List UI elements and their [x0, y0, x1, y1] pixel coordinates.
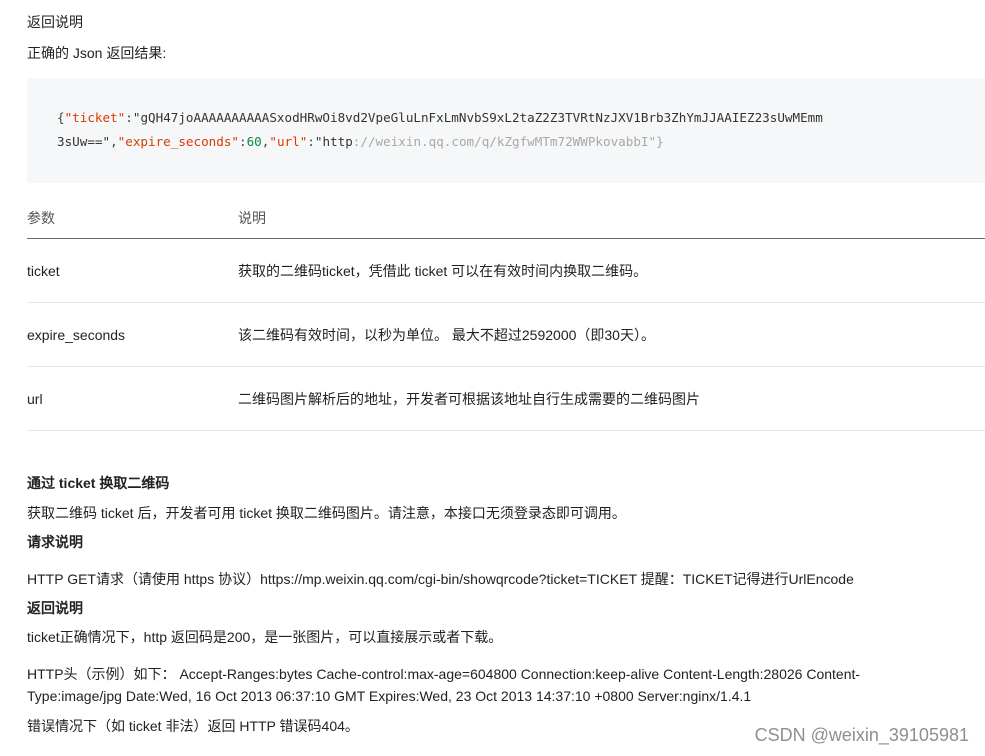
table-header-row: 参数 说明 — [27, 198, 985, 239]
code-line-2: 3sUw==","expire_seconds":60,"url":"http:… — [57, 130, 823, 154]
param-name: ticket — [27, 238, 238, 303]
http-header-line-2: Type:image/jpg Date:Wed, 16 Oct 2013 06:… — [27, 688, 752, 704]
return-text: ticket正确情况下，http 返回码是200，是一张图片，可以直接展示或者下… — [27, 629, 503, 645]
json-value-url-rest: ://weixin.qq.com/q/kZgfwMTm72WWPkovabbI" — [352, 134, 657, 149]
return-heading-2: 返回说明 — [27, 600, 83, 616]
json-key-url: "url" — [269, 134, 308, 149]
param-name: expire_seconds — [27, 302, 238, 367]
code-block: {"ticket":"gQH47joAAAAAAAAAASxodHRwOi8vd… — [27, 78, 985, 183]
request-text: HTTP GET请求（请使用 https 协议）https://mp.weixi… — [27, 571, 854, 587]
json-intro: 正确的 Json 返回结果: — [27, 45, 167, 61]
comma: , — [110, 134, 118, 149]
json-key-expire: "expire_seconds" — [117, 134, 239, 149]
colon: : — [239, 134, 247, 149]
http-header-line-1: HTTP头（示例）如下： Accept-Ranges:bytes Cache-c… — [27, 666, 861, 682]
code-line-1: {"ticket":"gQH47joAAAAAAAAAASxodHRwOi8vd… — [57, 106, 823, 130]
params-table: 参数 说明 ticket 获取的二维码ticket，凭借此 ticket 可以在… — [27, 198, 985, 431]
json-key-ticket: "ticket" — [64, 110, 126, 125]
param-name: url — [27, 366, 238, 431]
json-value-expire: 60 — [246, 134, 262, 149]
section-desc: 获取二维码 ticket 后，开发者可用 ticket 换取二维码图片。请注意，… — [27, 505, 626, 521]
colon: : — [307, 134, 315, 149]
table-row: expire_seconds 该二维码有效时间，以秒为单位。 最大不超过2592… — [27, 302, 985, 367]
table-row: url 二维码图片解析后的地址，开发者可根据该地址自行生成需要的二维码图片 — [27, 366, 985, 431]
param-desc: 该二维码有效时间，以秒为单位。 最大不超过2592000（即30天）。 — [238, 302, 985, 367]
brace-open: { — [57, 110, 65, 125]
param-desc: 二维码图片解析后的地址，开发者可根据该地址自行生成需要的二维码图片 — [238, 366, 985, 431]
json-code: {"ticket":"gQH47joAAAAAAAAAASxodHRwOi8vd… — [57, 106, 823, 154]
brace-close: } — [656, 134, 664, 149]
json-value-ticket-cont: 3sUw==" — [57, 134, 111, 149]
error-text: 错误情况下（如 ticket 非法）返回 HTTP 错误码404。 — [27, 718, 359, 734]
return-heading-1: 返回说明 — [27, 14, 83, 30]
request-heading: 请求说明 — [27, 534, 83, 550]
header-param: 参数 — [27, 198, 238, 239]
json-value-ticket: "gQH47joAAAAAAAAAASxodHRwOi8vd2VpeGluLnF… — [132, 110, 823, 125]
colon: : — [125, 110, 133, 125]
param-desc: 获取的二维码ticket，凭借此 ticket 可以在有效时间内换取二维码。 — [238, 238, 985, 303]
section-title: 通过 ticket 换取二维码 — [27, 475, 170, 491]
header-desc: 说明 — [238, 198, 985, 239]
json-value-url-scheme: "http — [314, 134, 353, 149]
csdn-watermark: CSDN @weixin_39105981 — [754, 725, 969, 745]
table-row: ticket 获取的二维码ticket，凭借此 ticket 可以在有效时间内换… — [27, 238, 985, 303]
